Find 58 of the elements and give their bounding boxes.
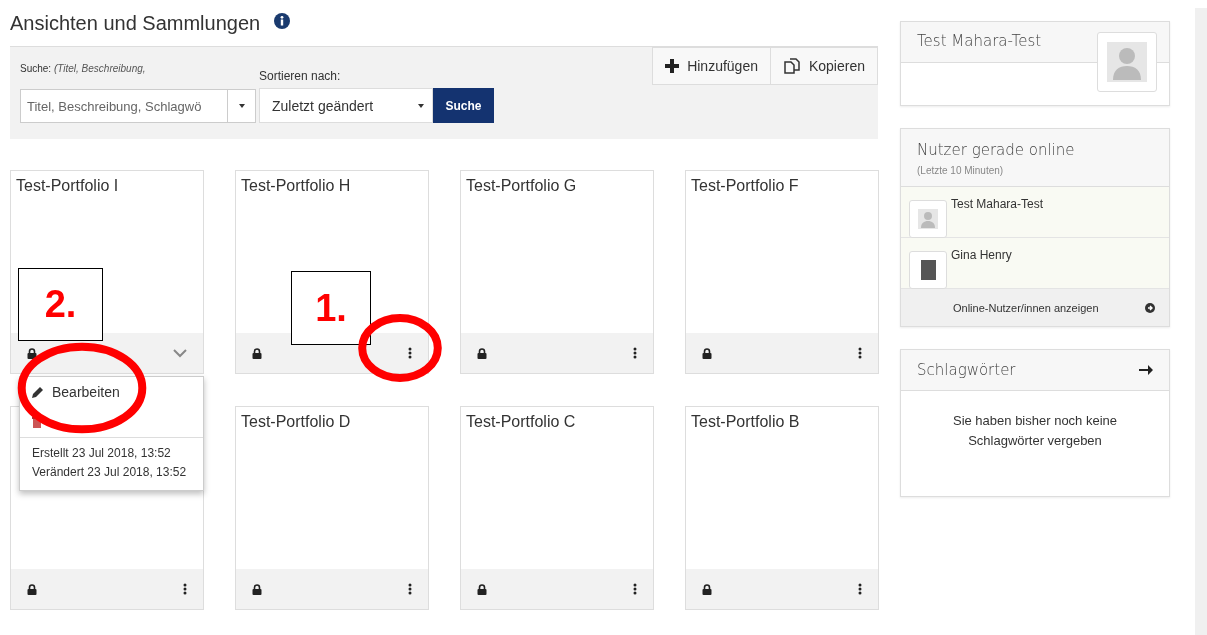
lock-icon [477,583,487,595]
search-label: Suche: (Titel, Beschreibung, [20,63,147,76]
portfolio-card[interactable]: Test-Portfolio F [685,170,879,374]
more-icon[interactable] [633,583,637,595]
more-icon[interactable] [633,347,637,359]
panel-title: Schlagwörter [917,361,1016,379]
step-number-label: 2. [18,268,103,341]
search-field[interactable]: Titel, Beschreibung, Schlagwö [20,89,228,123]
more-icon[interactable] [858,347,862,359]
card-title[interactable]: Test-Portfolio B [686,407,878,437]
search-button[interactable]: Suche [433,88,494,123]
empty-message: Sie haben bisher noch keine Schlagwörter vergeben [951,412,1119,450]
pencil-icon [32,386,44,398]
user-name[interactable]: Gina Henry [951,248,1012,262]
card-title[interactable]: Test-Portfolio I [11,171,203,201]
user-name[interactable]: Test Mahara-Test [951,197,1044,211]
step-number-label: 1. [291,271,371,345]
caret-icon [418,103,424,108]
show-online-users-link[interactable]: Online-Nutzer/innen anzeigen [953,301,1099,314]
sort-label: Sortieren nach: [259,69,342,83]
arrow-right-icon[interactable] [1139,364,1153,376]
copy-button[interactable]: Kopieren [770,47,878,85]
avatar-photo[interactable] [909,251,947,289]
plus-icon [665,59,680,73]
sort-select[interactable]: Zuletzt geändert [259,88,433,123]
add-button[interactable]: Hinzufügen [652,47,771,85]
portfolio-card[interactable]: Test-Portfolio D [235,406,429,610]
card-title[interactable]: Test-Portfolio C [461,407,653,437]
lock-icon [252,347,262,359]
portfolio-card[interactable]: Test-Portfolio B [685,406,879,610]
card-title[interactable]: Test-Portfolio H [236,171,428,201]
edit-menu-item[interactable]: Bearbeiten [20,377,203,407]
copy-icon [782,57,801,75]
created-date: Erstellt 23 Jul 2018, 13:52 [32,445,172,462]
caret-icon [238,104,245,108]
panel-subtitle: (Letzte 10 Minuten) [917,165,1005,176]
lock-icon [27,347,37,359]
lock-icon [702,347,712,359]
portfolio-card[interactable]: Test-Portfolio G [460,170,654,374]
card-title[interactable]: Test-Portfolio D [236,407,428,437]
info-icon[interactable] [274,13,291,29]
modified-date: Verändert 23 Jul 2018, 13:52 [32,464,188,481]
lock-icon [252,583,262,595]
lock-icon [27,583,37,595]
panel-title: Nutzer gerade online [917,141,1076,159]
more-icon[interactable] [408,347,412,359]
lock-icon [477,347,487,359]
trash-icon [32,416,42,428]
more-icon[interactable] [408,583,412,595]
card-title[interactable]: Test-Portfolio F [686,171,878,201]
page-title: Ansichten und Sammlungen [10,11,261,35]
portfolio-card[interactable]: Test-Portfolio C [460,406,654,610]
lock-icon [702,583,712,595]
arrow-circle-icon[interactable] [1145,302,1155,313]
card-title[interactable]: Test-Portfolio G [461,171,653,201]
chevron-down-icon[interactable] [173,348,187,358]
more-icon[interactable] [183,583,187,595]
more-icon[interactable] [858,583,862,595]
